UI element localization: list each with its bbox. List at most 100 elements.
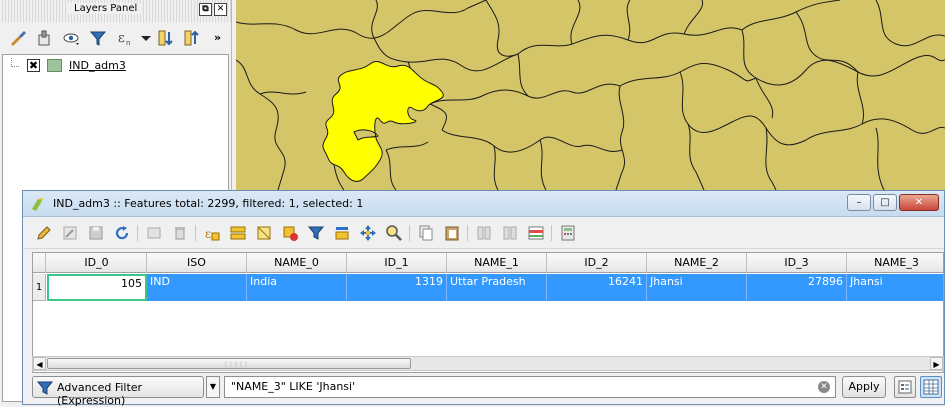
form-view-button[interactable]: [894, 376, 916, 398]
layer-visibility-checkbox[interactable]: ✖: [27, 59, 40, 72]
table-cell[interactable]: 105: [47, 274, 147, 301]
scrollbar-thumb[interactable]: ⋮⋮⋮⋮⋮: [47, 358, 411, 369]
move-selection-top-icon[interactable]: [333, 224, 351, 242]
qgis-app-icon: [32, 198, 43, 211]
table-cell[interactable]: Jhansi: [647, 274, 747, 301]
close-window-button[interactable]: ✕: [899, 194, 939, 211]
new-field-icon[interactable]: [475, 224, 493, 242]
copy-rows-icon[interactable]: [417, 224, 435, 242]
table-cell[interactable]: 27896: [747, 274, 847, 301]
visibility-eye-icon[interactable]: [62, 28, 82, 48]
reload-icon[interactable]: [113, 224, 131, 242]
minimize-icon: –: [856, 197, 862, 208]
minimize-button[interactable]: –: [847, 194, 871, 211]
style-brush-icon[interactable]: [8, 28, 28, 48]
table-cell[interactable]: 16241: [547, 274, 647, 301]
column-header[interactable]: NAME_2: [647, 253, 747, 273]
toolbar-separator: [137, 225, 138, 241]
layer-name[interactable]: IND_adm3: [69, 59, 126, 72]
filter-mode-dropdown[interactable]: ▼: [206, 376, 220, 398]
layers-panel-titlebar[interactable]: Layers Panel ⧉ ✕: [0, 0, 231, 22]
expression-filter-icon[interactable]: ε n: [116, 28, 136, 48]
window-title: IND_adm3 :: Features total: 2299, filter…: [53, 197, 364, 210]
column-header[interactable]: ID_3: [747, 253, 847, 273]
horizontal-scrollbar[interactable]: ◀ ⋮⋮⋮⋮⋮ ▶: [32, 356, 944, 371]
table-header-row: ID_0 ISO NAME_0 ID_1 NAME_1 ID_2 NAME_2 …: [33, 253, 943, 273]
add-feature-icon[interactable]: [145, 224, 163, 242]
maximize-button[interactable]: □: [873, 194, 897, 211]
save-edits-icon[interactable]: [87, 224, 105, 242]
attribute-table-grid[interactable]: ID_0 ISO NAME_0 ID_1 NAME_1 ID_2 NAME_2 …: [32, 252, 944, 373]
filter-expression-input[interactable]: "NAME_3" LIKE 'Jhansi': [224, 376, 836, 398]
filter-mode-label: Advanced Filter (Expression): [57, 381, 143, 407]
toggle-editing-pencil-icon[interactable]: [35, 224, 53, 242]
toolbar-separator: [195, 225, 196, 241]
float-panel-button[interactable]: ⧉: [199, 3, 212, 16]
column-header[interactable]: NAME_0: [247, 253, 347, 273]
table-row[interactable]: 1 105 IND India 1319 Uttar Pradesh 16241…: [33, 274, 943, 301]
maximize-icon: □: [880, 197, 890, 208]
selected-district-polygon[interactable]: [322, 61, 444, 182]
collapse-all-icon[interactable]: [182, 28, 202, 48]
filter-mode-button[interactable]: Advanced Filter (Expression): [32, 376, 204, 407]
tree-branch-line: [11, 58, 19, 67]
scroll-right-arrow-icon[interactable]: ▶: [930, 357, 943, 370]
table-cell[interactable]: Uttar Pradesh: [447, 274, 547, 301]
select-all-icon[interactable]: [229, 224, 247, 242]
add-group-icon[interactable]: [34, 28, 54, 48]
column-header[interactable]: ID_1: [347, 253, 447, 273]
chevron-down-icon[interactable]: [136, 28, 156, 48]
filter-funnel-icon: [37, 381, 53, 395]
attribute-table-window: IND_adm3 :: Features total: 2299, filter…: [22, 190, 945, 407]
invert-selection-icon[interactable]: [255, 224, 273, 242]
toolbar-separator: [467, 225, 468, 241]
toolbar-separator: [409, 225, 410, 241]
svg-text:ε: ε: [118, 31, 125, 46]
delete-feature-icon[interactable]: [171, 224, 189, 242]
map-boundaries: [236, 0, 945, 190]
multi-edit-icon[interactable]: [61, 224, 79, 242]
table-cell[interactable]: IND: [147, 274, 247, 301]
filter-bar: Advanced Filter (Expression) ▼ "NAME_3" …: [32, 376, 944, 407]
column-header[interactable]: NAME_3: [847, 253, 943, 273]
form-view-icon: [898, 380, 912, 394]
table-cell[interactable]: Jhansi: [847, 274, 943, 301]
layer-item[interactable]: ✖ IND_adm3: [7, 58, 207, 74]
scroll-left-arrow-icon[interactable]: ◀: [33, 357, 46, 370]
deselect-all-icon[interactable]: [281, 224, 299, 242]
select-by-expression-icon[interactable]: ε: [203, 224, 221, 242]
clear-expression-icon[interactable]: ✕: [818, 381, 830, 393]
toolbar-separator: [551, 225, 552, 241]
svg-text:ε: ε: [205, 227, 211, 241]
table-corner[interactable]: [33, 253, 46, 273]
layers-toolbar: ε n »: [0, 22, 231, 54]
paste-features-icon[interactable]: [443, 224, 461, 242]
attribute-table-toolbar: ε: [23, 217, 944, 249]
toolbar-overflow-icon[interactable]: »: [214, 31, 221, 44]
row-header[interactable]: 1: [33, 274, 46, 301]
column-header[interactable]: ID_0: [47, 253, 147, 273]
scrollbar-grip: ⋮⋮⋮⋮⋮: [223, 361, 249, 368]
filter-legend-icon[interactable]: [88, 28, 108, 48]
delete-field-icon[interactable]: [501, 224, 519, 242]
close-panel-button[interactable]: ✕: [214, 3, 227, 16]
column-header[interactable]: NAME_1: [447, 253, 547, 273]
field-calculator-icon[interactable]: [559, 224, 577, 242]
layers-panel-title: Layers Panel: [68, 3, 144, 14]
conditional-formatting-icon[interactable]: [527, 224, 545, 242]
map-canvas[interactable]: [236, 0, 945, 190]
table-cell[interactable]: 1319: [347, 274, 447, 301]
table-view-button[interactable]: [920, 376, 942, 398]
attribute-table-titlebar[interactable]: IND_adm3 :: Features total: 2299, filter…: [23, 191, 944, 217]
close-icon: ✕: [914, 197, 924, 208]
column-header[interactable]: ISO: [147, 253, 247, 273]
column-header[interactable]: ID_2: [547, 253, 647, 273]
zoom-to-selected-icon[interactable]: [385, 224, 403, 242]
table-view-icon: [923, 379, 939, 395]
filter-funnel-icon[interactable]: [307, 224, 325, 242]
apply-filter-button[interactable]: Apply: [842, 376, 886, 398]
pan-to-selected-icon[interactable]: [359, 224, 377, 242]
table-cell[interactable]: India: [247, 274, 347, 301]
svg-text:n: n: [126, 39, 130, 47]
expand-all-icon[interactable]: [156, 28, 176, 48]
